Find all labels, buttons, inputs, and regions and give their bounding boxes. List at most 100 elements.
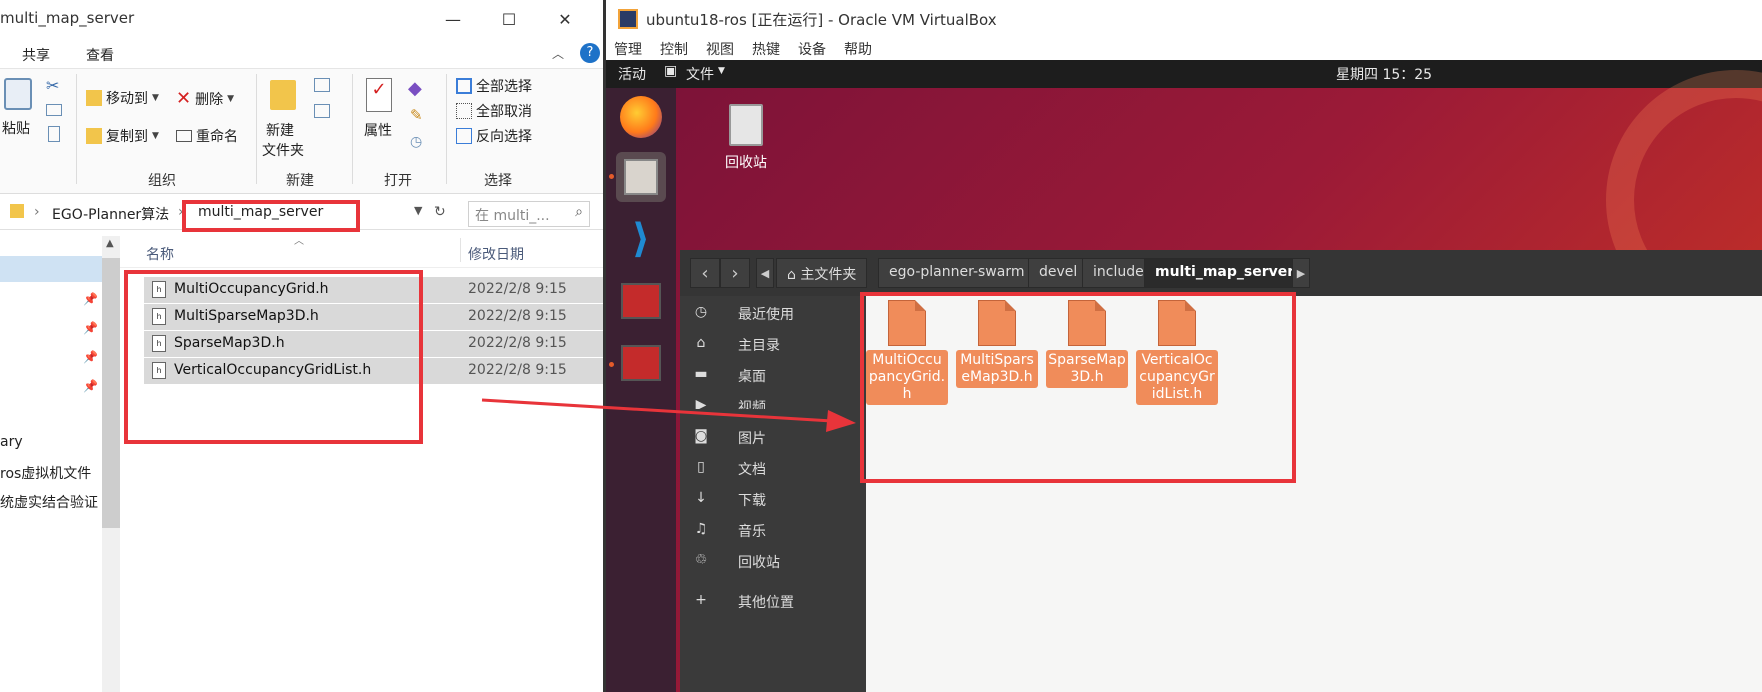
- invert-selection-icon: [456, 128, 472, 144]
- sidebar-item-label: 桌面: [738, 369, 766, 385]
- move-to-label: 移动到: [106, 91, 148, 107]
- path-scroll-left[interactable]: ◀: [756, 258, 774, 288]
- select-none-label: 全部取消: [476, 104, 532, 120]
- sidebar-item-label: 图片: [738, 431, 766, 447]
- new-item-icon[interactable]: [314, 78, 330, 92]
- sidebar-item-home[interactable]: ⌂ 主目录: [680, 331, 866, 359]
- menu-manage[interactable]: 管理: [614, 39, 642, 59]
- properties-icon[interactable]: ✓: [366, 78, 392, 112]
- breadcrumb-ego-planner[interactable]: EGO-Planner算法: [52, 204, 169, 224]
- column-divider[interactable]: [460, 238, 461, 262]
- invert-selection-button[interactable]: 反向选择: [456, 126, 532, 146]
- path-devel[interactable]: devel: [1028, 258, 1089, 288]
- menu-control[interactable]: 控制: [660, 39, 688, 59]
- maximize-button[interactable]: ☐: [494, 6, 524, 32]
- sidebar-item-music[interactable]: ♫ 音乐: [680, 517, 866, 545]
- group-separator: [352, 74, 353, 184]
- select-all-label: 全部选择: [476, 79, 532, 95]
- firefox-icon[interactable]: [616, 92, 666, 142]
- minimize-button[interactable]: —: [438, 6, 468, 32]
- terminal-icon[interactable]: [616, 338, 666, 388]
- sidebar-item-desktop[interactable]: ▬ 桌面: [680, 362, 866, 390]
- column-name[interactable]: 名称: [146, 244, 174, 264]
- cut-icon[interactable]: ✂: [46, 76, 59, 95]
- pin-icon[interactable]: 📌: [83, 350, 98, 364]
- pin-icon[interactable]: 📌: [83, 292, 98, 306]
- sidebar-item-pictures[interactable]: ◙ 图片: [680, 424, 866, 452]
- path-multi-map-server[interactable]: multi_map_server: [1144, 258, 1306, 288]
- select-none-icon: [456, 103, 472, 119]
- activities-button[interactable]: 活动: [618, 64, 646, 84]
- scrollbar-thumb[interactable]: [102, 258, 120, 528]
- close-button[interactable]: ✕: [550, 6, 580, 32]
- copy-to-button[interactable]: 复制到 ▼: [86, 126, 159, 146]
- desktop-trash[interactable]: 回收站: [706, 104, 786, 172]
- paste-button[interactable]: 粘贴: [2, 118, 30, 138]
- menu-hotkey[interactable]: 热键: [752, 39, 780, 59]
- clipboard-icon[interactable]: [4, 78, 32, 110]
- rename-button[interactable]: 重命名: [176, 126, 238, 146]
- path-ego-planner-swarm[interactable]: ego-planner-swarm: [878, 258, 1036, 288]
- sidebar-item-trash[interactable]: ♲ 回收站: [680, 548, 866, 576]
- menu-view[interactable]: 视图: [706, 39, 734, 59]
- back-button[interactable]: ‹: [690, 258, 720, 288]
- forward-button[interactable]: ›: [720, 258, 750, 288]
- easy-access-icon[interactable]: [314, 104, 330, 118]
- new-folder-button[interactable]: 新建: [266, 120, 294, 140]
- pin-icon[interactable]: 📌: [83, 379, 98, 393]
- new-folder-icon[interactable]: [270, 80, 296, 110]
- sidebar-item-label: 视频: [738, 400, 766, 409]
- refresh-icon[interactable]: ↻: [434, 204, 446, 220]
- music-icon: ♫: [694, 521, 708, 537]
- sidebar-item-downloads[interactable]: ↓ 下载: [680, 486, 866, 514]
- paste-shortcut-icon[interactable]: [48, 126, 60, 142]
- visual-studio-icon[interactable]: ◆: [408, 78, 422, 99]
- tab-view[interactable]: 查看: [86, 45, 114, 65]
- chevron-up-icon[interactable]: ︿: [552, 45, 564, 62]
- terminal-icon[interactable]: [616, 276, 666, 326]
- document-icon: ▯: [697, 459, 705, 475]
- menu-help[interactable]: 帮助: [844, 39, 872, 59]
- new-folder-button-line2[interactable]: 文件夹: [262, 140, 304, 160]
- move-to-button[interactable]: 移动到 ▼: [86, 88, 159, 108]
- trash-icon: ♲: [694, 552, 708, 568]
- select-none-button[interactable]: 全部取消: [456, 101, 532, 121]
- edit-icon[interactable]: ✎: [410, 106, 423, 124]
- nav-item[interactable]: ros虚拟机文件: [0, 463, 91, 483]
- chevron-down-icon[interactable]: ▼: [414, 204, 422, 217]
- search-input[interactable]: 在 multi_... ⌕: [468, 201, 590, 227]
- nav-item[interactable]: ary: [0, 434, 23, 450]
- menu-devices[interactable]: 设备: [798, 39, 826, 59]
- files-icon[interactable]: [616, 152, 666, 202]
- clock[interactable]: 星期四 15：25: [1336, 64, 1432, 84]
- chevron-down-icon[interactable]: ▼: [718, 66, 725, 76]
- delete-button[interactable]: ✕ 删除 ▼: [176, 88, 234, 109]
- explorer-window: multi_map_server — ☐ ✕ 共享 查看 ︿ ? 粘贴 ✂ 移动…: [0, 0, 606, 692]
- sidebar-item-recent[interactable]: ◷ 最近使用: [680, 300, 866, 328]
- file-date: 2022/2/8 9:15: [468, 362, 567, 378]
- help-icon[interactable]: ?: [580, 43, 600, 63]
- nav-selected-item[interactable]: [0, 256, 102, 282]
- breadcrumb-separator-icon: ›: [34, 204, 40, 220]
- select-all-button[interactable]: 全部选择: [456, 76, 532, 96]
- sidebar-item-videos[interactable]: ▶ 视频: [680, 393, 866, 409]
- path-home[interactable]: ⌂ 主文件夹: [776, 258, 868, 288]
- files-app-menu[interactable]: 文件: [686, 64, 714, 84]
- column-date[interactable]: 修改日期: [468, 244, 524, 264]
- path-scroll-right[interactable]: ▶: [1292, 258, 1310, 288]
- nav-item[interactable]: 统虚实结合验证: [0, 492, 98, 512]
- pin-icon[interactable]: 📌: [83, 321, 98, 335]
- file-date: 2022/2/8 9:15: [468, 308, 567, 324]
- history-icon[interactable]: ◷: [410, 134, 422, 150]
- copy-path-icon[interactable]: [46, 104, 62, 116]
- properties-button[interactable]: 属性: [364, 120, 392, 140]
- sidebar-item-documents[interactable]: ▯ 文档: [680, 455, 866, 483]
- download-icon: ↓: [695, 490, 707, 506]
- tab-share[interactable]: 共享: [22, 45, 50, 65]
- explorer-window-title: multi_map_server: [0, 9, 135, 27]
- scroll-up-icon[interactable]: ▲: [106, 238, 114, 249]
- highlight-box-files: [124, 270, 423, 444]
- nav-scrollbar[interactable]: ▲: [102, 236, 120, 692]
- vscode-icon[interactable]: ⟩: [616, 214, 666, 264]
- sidebar-item-other-locations[interactable]: + 其他位置: [680, 588, 866, 616]
